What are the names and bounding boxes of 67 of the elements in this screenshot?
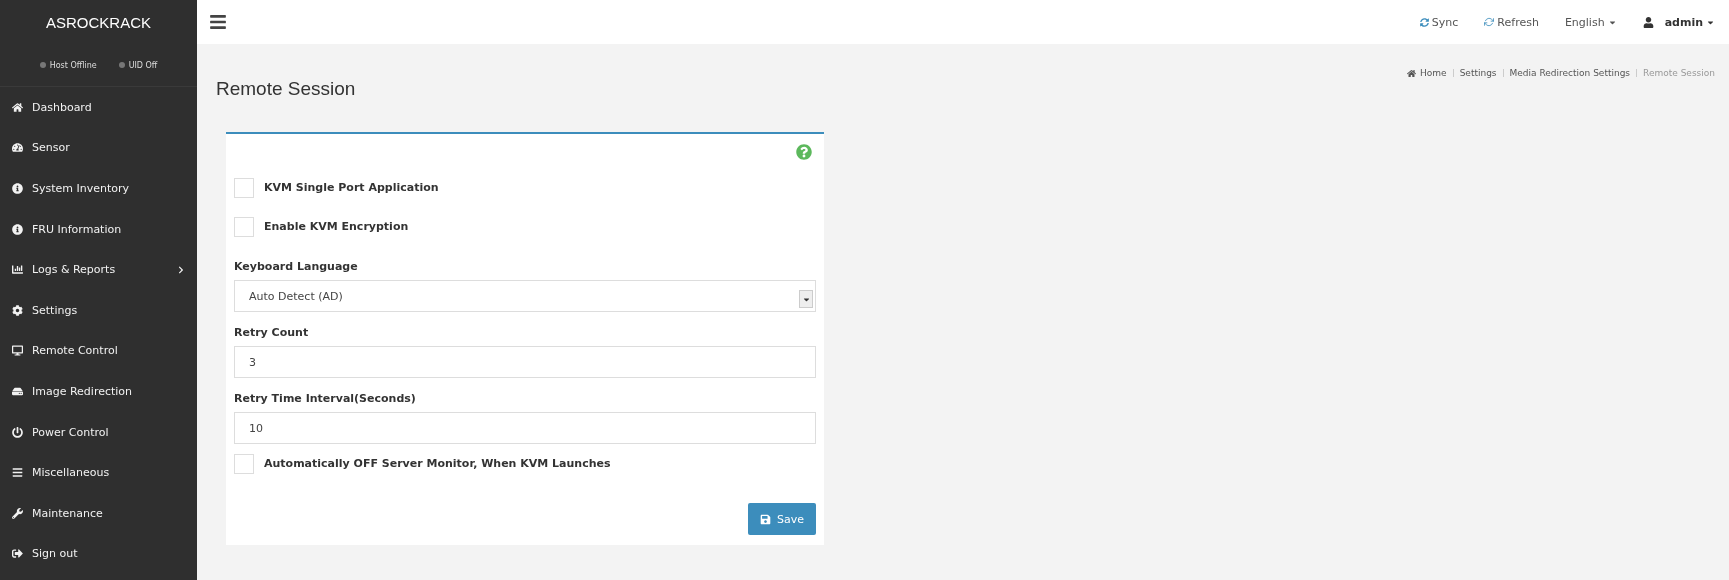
user-menu[interactable]: admin <box>1642 15 1715 29</box>
field-label: Retry Time Interval(Seconds) <box>234 392 417 405</box>
checkbox-label: Enable KVM Encryption <box>264 220 409 233</box>
sidebar-item-label: Miscellaneous <box>32 466 110 480</box>
sidebar-item[interactable]: FRU Information <box>0 208 197 250</box>
status-indicator: Host Offline <box>39 60 97 70</box>
info-icon <box>12 223 23 235</box>
drive-icon <box>12 385 23 397</box>
sidebar-item[interactable]: Remote Control <box>0 330 197 372</box>
refresh-icon <box>1484 17 1495 27</box>
sidebar-item-label: Logs & Reports <box>32 263 116 277</box>
status-indicator: UID Off <box>118 60 158 70</box>
sidebar-item[interactable]: Sign out <box>0 533 197 575</box>
menu-icon[interactable] <box>209 13 227 31</box>
sidebar-item-label: Settings <box>32 303 78 317</box>
select-field[interactable]: Auto Detect (AD) <box>234 280 816 312</box>
sync-link[interactable]: Sync <box>1419 15 1459 29</box>
page-title: Remote Session <box>216 78 356 100</box>
sidebar-item-label: Sensor <box>32 141 70 155</box>
sidebar-item-label: Dashboard <box>32 100 92 114</box>
sidebar-item[interactable]: System Inventory <box>0 168 197 209</box>
sidebar-item[interactable]: Sensor <box>0 127 197 169</box>
sidebar-item[interactable]: Dashboard <box>0 87 197 128</box>
save-button[interactable]: Save <box>748 503 816 535</box>
checkbox-label: Automatically OFF Server Monitor, When KVM Launches <box>264 457 611 470</box>
sidebar-item-label: FRU Information <box>32 222 122 236</box>
breadcrumb-link[interactable]: Media Redirection Settings <box>1509 68 1631 78</box>
list-icon <box>12 467 23 479</box>
wrench-icon <box>12 507 23 519</box>
sidebar-item-label: Sign out <box>32 547 78 561</box>
brand-logo: ASROCKRACK <box>45 12 152 33</box>
monitor-icon <box>12 345 23 357</box>
sidebar-item-label: System Inventory <box>32 182 130 195</box>
user-icon <box>1642 16 1654 28</box>
sidebar-item[interactable]: Logs & Reports <box>0 249 197 290</box>
checkbox-label: KVM Single Port Application <box>264 181 439 194</box>
sidebar-item[interactable]: Settings <box>0 289 197 331</box>
input-field[interactable]: 3 <box>234 346 816 378</box>
sidebar-item-label: Power Control <box>32 425 109 439</box>
sidebar-item[interactable]: Maintenance <box>0 492 197 534</box>
checkbox[interactable] <box>234 453 254 474</box>
field-label: Retry Count <box>234 326 310 339</box>
refresh-link[interactable]: Refresh <box>1484 15 1539 29</box>
sync-icon <box>1419 17 1429 27</box>
breadcrumb-link[interactable]: Settings <box>1459 68 1497 78</box>
checkbox[interactable] <box>234 177 254 198</box>
power-icon <box>12 426 23 438</box>
home-icon <box>1407 68 1417 78</box>
language-dropdown[interactable]: English <box>1564 15 1617 29</box>
help-icon[interactable] <box>796 144 812 160</box>
field-label: Keyboard Language <box>234 260 359 273</box>
checkbox[interactable] <box>234 216 254 237</box>
sidebar-item[interactable]: Miscellaneous <box>0 452 197 493</box>
info-icon <box>12 183 23 194</box>
breadcrumb-link[interactable]: Home <box>1407 68 1447 78</box>
gauge-icon <box>12 142 23 154</box>
home-icon <box>12 101 23 113</box>
sidebar-item-label: Remote Control <box>32 344 118 358</box>
sidebar-item-label: Maintenance <box>32 506 103 520</box>
sidebar-item-label: Image Redirection <box>32 384 133 398</box>
bar-chart-icon <box>12 264 23 276</box>
sidebar-item[interactable]: Image Redirection <box>0 371 197 412</box>
gear-icon <box>12 304 23 316</box>
sidebar-item[interactable]: Power Control <box>0 411 197 453</box>
input-field[interactable]: 10 <box>234 412 816 444</box>
sign-out-icon <box>12 548 23 560</box>
caret-icon <box>799 290 813 308</box>
